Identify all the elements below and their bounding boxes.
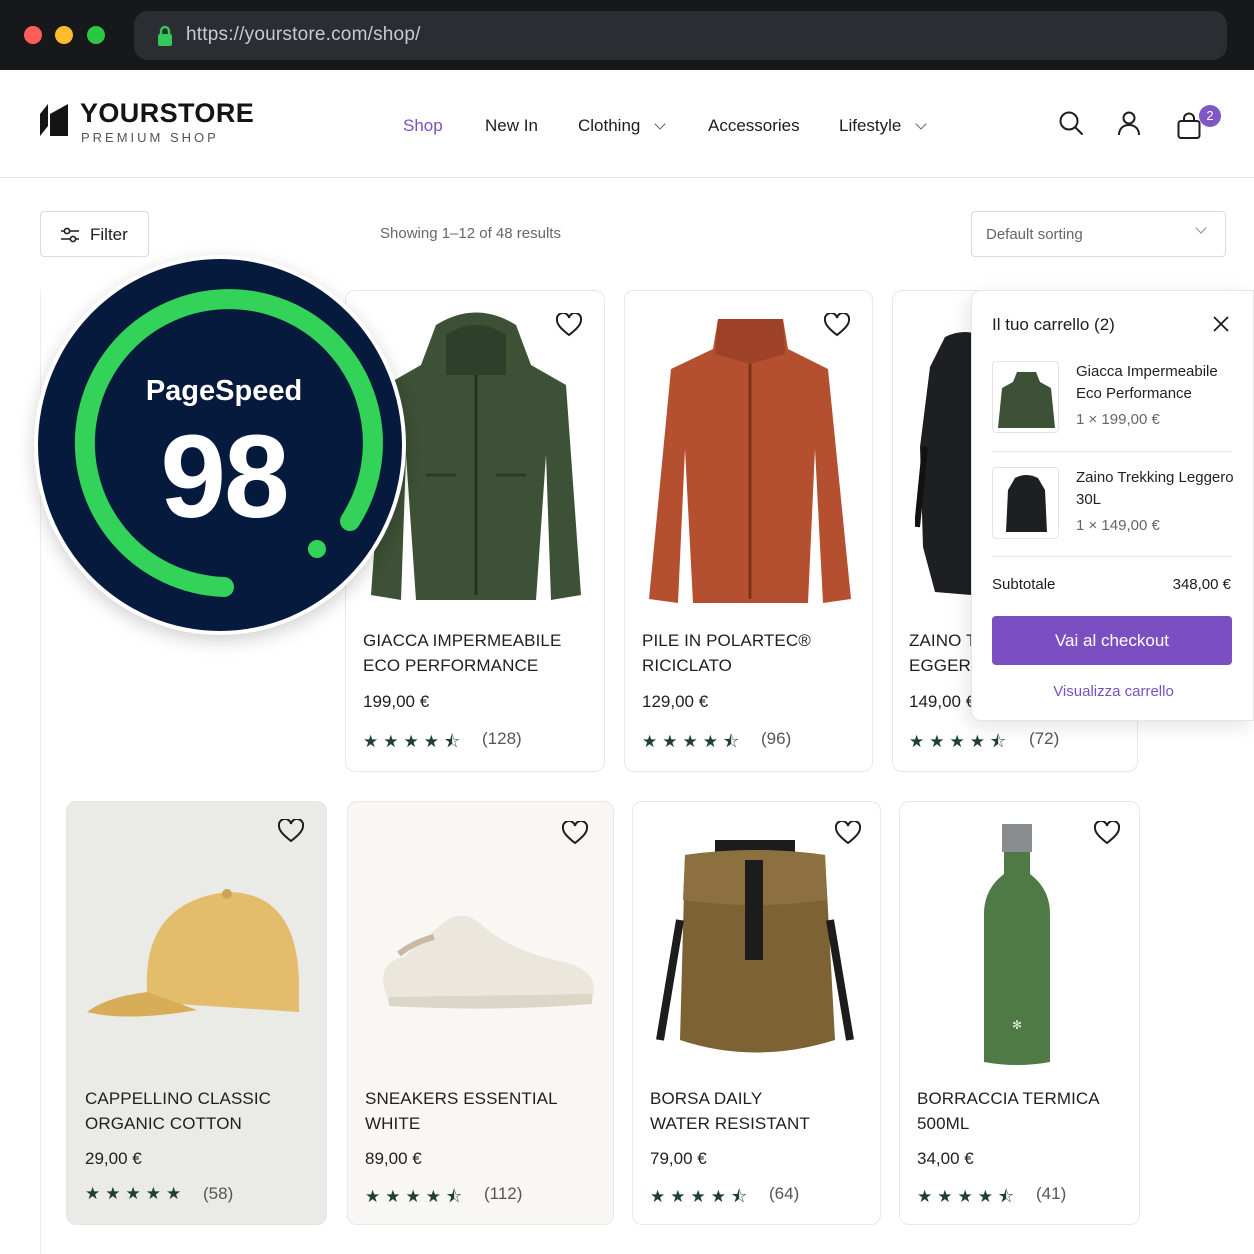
- jacket-thumbnail-icon: [998, 372, 1055, 428]
- product-price: 79,00 €: [650, 1149, 707, 1168]
- cart-count-badge: 2: [1199, 105, 1221, 127]
- heart-icon[interactable]: [1094, 821, 1120, 845]
- address-bar[interactable]: https://yourstore.com/shop/: [134, 11, 1227, 60]
- heart-icon[interactable]: [562, 821, 588, 845]
- review-count: (41): [1036, 1184, 1067, 1203]
- product-card[interactable]: ✻ BORRACCIA TERMICA 500ML 34,00 € ★★★★⯪ (…: [899, 801, 1140, 1225]
- product-card[interactable]: SNEAKERS ESSENTIAL WHITE 89,00 € ★★★★⯪ (1…: [347, 801, 614, 1225]
- pagespeed-score: 98: [160, 411, 289, 543]
- mini-cart-item-name[interactable]: Giacca Impermeabile Eco Performance: [1076, 361, 1236, 405]
- svg-text:✻: ✻: [1012, 1018, 1022, 1032]
- nav-item-lifestyle[interactable]: Lifestyle: [839, 116, 928, 136]
- mini-cart-item-name[interactable]: Zaino Trekking Leggero 30L: [1076, 467, 1236, 511]
- product-card[interactable]: BORSA DAILY WATER RESISTANT 79,00 € ★★★★⯪…: [632, 801, 881, 1225]
- product-price: 29,00 €: [85, 1149, 142, 1168]
- nav-item-shop[interactable]: Shop: [403, 116, 443, 136]
- window-close-dot[interactable]: [24, 26, 42, 44]
- product-name[interactable]: BORRACCIA TERMICA 500ML: [917, 1086, 1100, 1136]
- rating-stars: ★★★★⯪: [917, 1187, 1020, 1206]
- rating-stars: ★★★★★: [85, 1184, 187, 1203]
- divider: [992, 451, 1232, 452]
- review-count: (96): [761, 729, 792, 748]
- product-name[interactable]: BORSA DAILY WATER RESISTANT: [650, 1086, 810, 1136]
- filter-sliders-icon: [61, 227, 79, 243]
- review-count: (72): [1029, 729, 1060, 748]
- product-name[interactable]: CAPPELLINO CLASSIC ORGANIC COTTON: [85, 1086, 271, 1136]
- subtotal-value: 348,00 €: [1172, 576, 1231, 593]
- backpack-thumbnail-icon: [1006, 475, 1047, 532]
- site-header: YOURSTORE PREMIUM SHOP Shop New In Cloth…: [0, 70, 1254, 178]
- mini-cart-panel: Il tuo carrello (2) Giacca Impermeabile …: [971, 290, 1254, 721]
- logo-mark-icon[interactable]: [38, 102, 70, 138]
- mini-cart-title: Il tuo carrello (2): [992, 315, 1115, 334]
- rating-stars: ★★★★⯪: [642, 732, 745, 751]
- mini-cart-thumbnail[interactable]: [992, 361, 1059, 433]
- pagespeed-badge: PageSpeed 98: [34, 255, 406, 635]
- lock-icon: [158, 25, 172, 46]
- url-text: https://yourstore.com/shop/: [186, 24, 421, 45]
- product-price: 129,00 €: [642, 692, 709, 711]
- product-image[interactable]: [87, 882, 307, 1032]
- divider: [992, 556, 1232, 557]
- chevron-down-icon: [654, 117, 667, 130]
- mini-cart-item-qty: 1 × 199,00 €: [1076, 411, 1160, 428]
- user-icon[interactable]: [1116, 110, 1142, 136]
- rating-stars: ★★★★⯪: [650, 1187, 753, 1206]
- nav-item-accessories[interactable]: Accessories: [708, 116, 800, 136]
- review-count: (64): [769, 1184, 800, 1203]
- checkout-button[interactable]: Vai al checkout: [992, 616, 1232, 665]
- product-price: 199,00 €: [363, 692, 430, 711]
- filter-label: Filter: [90, 225, 128, 244]
- product-price: 149,00 €: [909, 692, 976, 711]
- product-price: 89,00 €: [365, 1149, 422, 1168]
- mini-cart-item[interactable]: Giacca Impermeabile Eco Performance 1 × …: [992, 361, 1232, 437]
- nav-item-clothing[interactable]: Clothing: [578, 116, 667, 136]
- view-cart-link[interactable]: Visualizza carrello: [972, 683, 1254, 700]
- product-card[interactable]: PILE IN POLARTEC® RICICLATO 129,00 € ★★★★…: [624, 290, 873, 772]
- chevron-down-icon: [915, 117, 928, 130]
- chevron-down-icon: [1195, 222, 1207, 234]
- mini-cart-thumbnail[interactable]: [992, 467, 1059, 539]
- brand-name[interactable]: YOURSTORE: [80, 98, 254, 129]
- review-count: (128): [482, 729, 522, 748]
- heart-icon[interactable]: [556, 313, 582, 337]
- heart-icon[interactable]: [278, 819, 304, 843]
- search-icon[interactable]: [1058, 110, 1084, 136]
- pagespeed-label: PageSpeed: [145, 375, 303, 407]
- nav-item-new-in[interactable]: New In: [485, 116, 538, 136]
- product-price: 34,00 €: [917, 1149, 974, 1168]
- product-name[interactable]: SNEAKERS ESSENTIAL WHITE: [365, 1086, 558, 1136]
- close-icon[interactable]: [1212, 315, 1230, 333]
- product-image[interactable]: [374, 902, 598, 1012]
- product-name[interactable]: GIACCA IMPERMEABILE ECO PERFORMANCE: [363, 628, 561, 678]
- product-image[interactable]: [655, 840, 855, 1060]
- product-image[interactable]: [643, 309, 857, 605]
- results-count: Showing 1–12 of 48 results: [380, 225, 561, 242]
- window-minimize-dot[interactable]: [55, 26, 73, 44]
- heart-icon[interactable]: [835, 821, 861, 845]
- window-maximize-dot[interactable]: [87, 26, 105, 44]
- heart-icon[interactable]: [824, 313, 850, 337]
- sort-select[interactable]: Default sorting: [971, 211, 1226, 257]
- subtotal-label: Subtotale: [992, 576, 1056, 593]
- product-name[interactable]: PILE IN POLARTEC® RICICLATO: [642, 628, 811, 678]
- rating-stars: ★★★★⯪: [365, 1187, 468, 1206]
- review-count: (58): [203, 1184, 234, 1203]
- mini-cart-item[interactable]: Zaino Trekking Leggero 30L 1 × 149,00 €: [992, 467, 1234, 543]
- rating-stars: ★★★★⯪: [363, 732, 466, 751]
- rating-stars: ★★★★⯪: [909, 732, 1012, 751]
- mini-cart-item-qty: 1 × 149,00 €: [1076, 517, 1160, 534]
- brand-tagline: PREMIUM SHOP: [81, 130, 219, 145]
- filter-button[interactable]: Filter: [40, 211, 149, 257]
- review-count: (112): [484, 1184, 523, 1203]
- sort-value: Default sorting: [986, 226, 1083, 243]
- product-card[interactable]: CAPPELLINO CLASSIC ORGANIC COTTON 29,00 €…: [66, 801, 327, 1225]
- browser-chrome: https://yourstore.com/shop/: [0, 0, 1254, 70]
- product-image[interactable]: ✻: [984, 824, 1050, 1066]
